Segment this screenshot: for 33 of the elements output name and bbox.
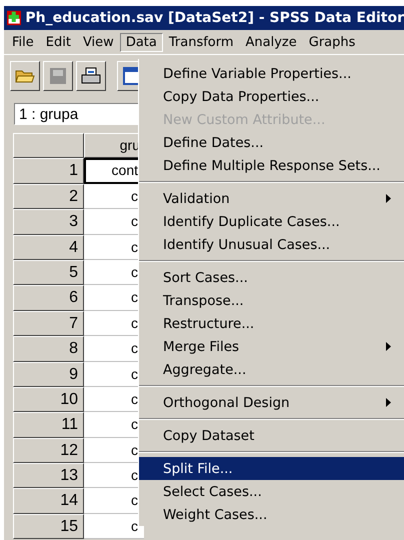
menu-item[interactable]: Analyze [240, 32, 303, 52]
row-header[interactable]: 13 [13, 463, 84, 488]
menu-item[interactable]: Graphs [302, 32, 362, 52]
row-header[interactable]: 11 [13, 412, 84, 438]
row-header[interactable]: 10 [13, 386, 84, 412]
app-icon [7, 9, 22, 27]
row-header[interactable]: 6 [13, 285, 84, 311]
row-header[interactable]: 15 [13, 514, 84, 540]
print-icon[interactable] [76, 61, 106, 91]
menu-item[interactable]: File [6, 32, 40, 52]
row-header[interactable]: 9 [13, 362, 84, 387]
table-cell[interactable]: c [84, 514, 144, 540]
menu-item[interactable]: Transform [162, 32, 240, 52]
menu-item[interactable]: Edit [40, 32, 77, 52]
menu-item[interactable]: View [76, 32, 120, 52]
menu-item[interactable]: Data [120, 32, 163, 52]
row-header[interactable]: 4 [13, 234, 84, 260]
row-header[interactable]: 3 [13, 209, 84, 235]
submenu-arrow-icon [386, 342, 391, 351]
row-header[interactable]: 8 [13, 336, 84, 362]
submenu-arrow-icon [386, 398, 391, 407]
folder-icon[interactable] [10, 61, 40, 91]
grid-corner [13, 133, 84, 158]
row-header[interactable]: 7 [13, 310, 84, 336]
row-header[interactable]: 12 [13, 438, 84, 464]
submenu-arrow-icon [386, 194, 391, 203]
row-header[interactable]: 14 [13, 488, 84, 514]
menu-item[interactable]: Split File... [139, 457, 404, 480]
row-header[interactable]: 1 [13, 158, 84, 184]
menu-item[interactable]: Define Variable Properties... [139, 62, 404, 85]
row-header[interactable]: 2 [13, 184, 84, 210]
window-title: Ph_education.sav [DataSet2] - SPSS Data Editor [25, 10, 404, 26]
row-header[interactable]: 5 [13, 260, 84, 286]
